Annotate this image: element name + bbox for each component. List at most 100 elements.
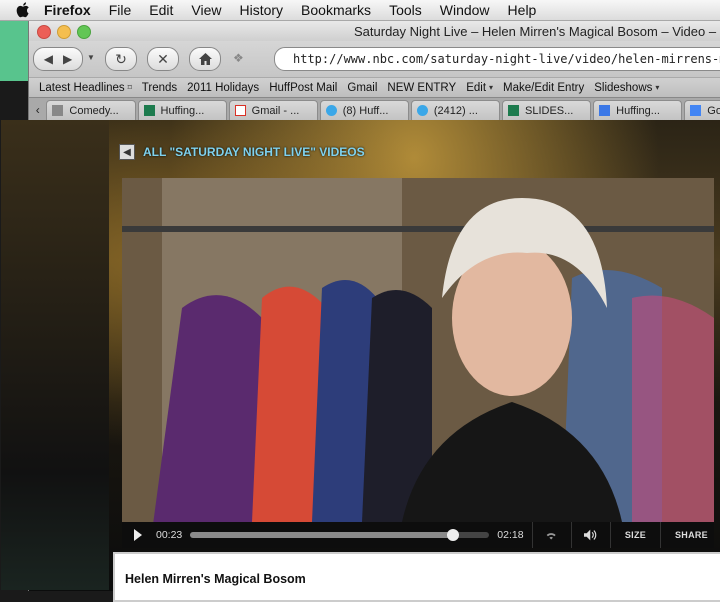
- current-time: 00:23: [156, 529, 183, 541]
- video-still: [122, 178, 714, 522]
- control-divider: [531, 522, 533, 548]
- tab-slides[interactable]: SLIDES...: [502, 100, 592, 120]
- bookmark-trends[interactable]: Trends: [142, 82, 177, 94]
- apple-icon[interactable]: [16, 2, 30, 18]
- tab-strip: ‹ Comedy... Huffing... Gmail - ... (8) H…: [29, 97, 720, 120]
- bookmark-2011-holidays[interactable]: 2011 Holidays: [187, 82, 259, 94]
- bookmark-slideshows[interactable]: Slideshows ▾: [594, 82, 659, 94]
- chevron-down-icon: ▾: [655, 83, 660, 92]
- tab-label: Comedy...: [69, 104, 119, 117]
- bookmark-make-edit-entry[interactable]: Make/Edit Entry: [503, 82, 584, 94]
- address-bar[interactable]: http://www.nbc.com/saturday-night-live/v…: [274, 47, 720, 71]
- page-icon: [52, 105, 64, 116]
- history-dropdown-icon[interactable]: ▼: [87, 53, 95, 62]
- video-controls: 00:23 02:18 SIZE SHARE: [122, 522, 714, 548]
- bookmark-label: Slideshows: [594, 81, 653, 94]
- gmail-icon: [234, 105, 246, 116]
- share-button[interactable]: SHARE: [675, 530, 708, 540]
- menu-tools[interactable]: Tools: [389, 2, 422, 18]
- page-content: ◀ ALL "SATURDAY NIGHT LIVE" VIDEOS 00:23…: [1, 120, 720, 602]
- all-snl-videos-link[interactable]: ◀ ALL "SATURDAY NIGHT LIVE" VIDEOS: [119, 144, 365, 160]
- home-button[interactable]: [189, 47, 221, 71]
- twitter-icon: [325, 105, 337, 116]
- browser-window: Saturday Night Live – Helen Mirren's Mag…: [1, 21, 720, 602]
- reload-button[interactable]: ↻: [105, 47, 137, 71]
- menu-firefox[interactable]: Firefox: [44, 2, 91, 18]
- size-button[interactable]: SIZE: [625, 530, 646, 540]
- bookmark-label: Trends: [141, 81, 178, 94]
- stop-icon: ✕: [157, 50, 169, 67]
- video-frame[interactable]: [122, 178, 714, 522]
- google-icon: [690, 105, 702, 116]
- video-progress-bar[interactable]: [190, 529, 490, 541]
- home-icon: [198, 53, 212, 65]
- bookmark-label: Latest Headlines: [39, 81, 125, 94]
- bookmark-label: HuffPost Mail: [269, 81, 338, 94]
- duration: 02:18: [497, 529, 524, 541]
- control-divider: [609, 522, 611, 548]
- addon-icon[interactable]: ❖: [233, 51, 244, 65]
- url-text: http://www.nbc.com/saturday-night-live/v…: [293, 52, 720, 66]
- tab-huffington-2[interactable]: Huffing...: [593, 100, 683, 120]
- tab-twitter-2412[interactable]: (2412) ...: [410, 100, 501, 120]
- tab-scroll-left-icon[interactable]: ‹: [29, 100, 46, 120]
- menu-bookmarks[interactable]: Bookmarks: [301, 2, 371, 18]
- bookmark-label: 2011 Holidays: [187, 81, 260, 94]
- back-forward-button[interactable]: ◀ ▶: [33, 47, 83, 71]
- video-title: Helen Mirren's Magical Bosom: [125, 572, 306, 586]
- mac-menu-bar: Firefox File Edit View History Bookmarks…: [0, 0, 720, 21]
- bookmark-label: Make/Edit Entry: [503, 81, 585, 94]
- tab-label: (8) Huff...: [342, 104, 389, 117]
- control-divider: [570, 522, 572, 548]
- tab-comedy[interactable]: Comedy...: [46, 100, 136, 120]
- close-window-button[interactable]: [37, 25, 51, 39]
- zoom-window-button[interactable]: [77, 25, 91, 39]
- minimize-window-button[interactable]: [57, 25, 71, 39]
- back-arrow-icon[interactable]: ◀: [44, 52, 53, 66]
- tab-label: Huffing...: [160, 104, 205, 117]
- bookmark-label: Gmail: [347, 81, 378, 94]
- chevron-down-icon: ▾: [489, 83, 494, 92]
- huffpost-icon: [143, 105, 155, 116]
- volume-icon[interactable]: [583, 529, 598, 541]
- menu-window[interactable]: Window: [440, 2, 490, 18]
- back-link-label: ALL "SATURDAY NIGHT LIVE" VIDEOS: [143, 145, 365, 159]
- menu-help[interactable]: Help: [508, 2, 537, 18]
- tab-label: (2412) ...: [433, 104, 478, 117]
- window-title: Saturday Night Live – Helen Mirren's Mag…: [354, 24, 717, 39]
- huffpost-icon: [508, 105, 520, 116]
- tab-label: Gmail - ...: [251, 104, 300, 117]
- stop-button[interactable]: ✕: [147, 47, 179, 71]
- tab-label: SLIDES...: [525, 104, 574, 117]
- bookmark-gmail[interactable]: Gmail: [347, 82, 377, 94]
- rss-icon: ⌑: [127, 83, 132, 92]
- bookmark-latest-headlines[interactable]: Latest Headlines ⌑: [39, 82, 132, 94]
- bookmark-edit[interactable]: Edit ▾: [466, 82, 493, 94]
- menu-view[interactable]: View: [191, 2, 221, 18]
- back-arrow-icon: ◀: [119, 144, 135, 160]
- tab-label: Huffing...: [616, 104, 660, 117]
- bookmarks-bar: Latest Headlines ⌑ Trends 2011 Holidays H…: [29, 77, 720, 97]
- tab-gmail[interactable]: Gmail - ...: [228, 100, 318, 120]
- bookmark-label: NEW ENTRY: [387, 81, 457, 94]
- video-info-box: Helen Mirren's Magical Bosom: [113, 552, 720, 602]
- calendar-icon: [599, 105, 611, 116]
- bookmark-huffpost-mail[interactable]: HuffPost Mail: [269, 82, 337, 94]
- menu-history[interactable]: History: [239, 2, 283, 18]
- tab-label: Goo: [707, 104, 720, 117]
- tab-google[interactable]: Goo: [684, 100, 720, 120]
- play-icon[interactable]: [134, 529, 142, 541]
- tab-twitter-huff[interactable]: (8) Huff...: [319, 100, 409, 120]
- progress-fill: [190, 532, 454, 538]
- forward-arrow-icon[interactable]: ▶: [63, 52, 72, 66]
- progress-handle[interactable]: [447, 529, 460, 541]
- menu-edit[interactable]: Edit: [149, 2, 173, 18]
- twitter-icon: [416, 105, 428, 116]
- reload-icon: ↻: [115, 50, 127, 67]
- menu-file[interactable]: File: [109, 2, 132, 18]
- control-divider: [660, 522, 661, 548]
- window-titlebar: Saturday Night Live – Helen Mirren's Mag…: [29, 21, 720, 41]
- wifi-signal-icon[interactable]: [544, 529, 558, 541]
- tab-huffington-1[interactable]: Huffing...: [137, 100, 227, 120]
- bookmark-new-entry[interactable]: NEW ENTRY: [387, 82, 456, 94]
